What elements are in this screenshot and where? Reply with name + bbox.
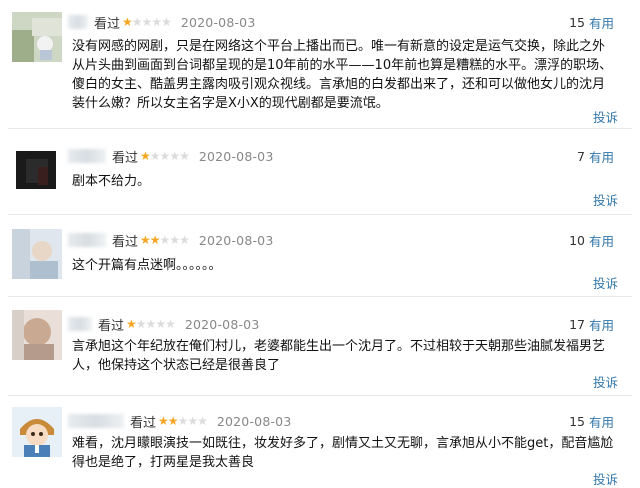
star-empty-icon: ★ <box>179 149 190 163</box>
star-filled-icon: ★ <box>158 414 169 428</box>
star-empty-icon: ★ <box>159 149 171 163</box>
review-meta: 看过 ★★★★★ 2020-08-03 <box>68 411 292 431</box>
helpful-count: 15 <box>569 14 585 30</box>
rating-stars: ★★★★★ <box>140 233 190 247</box>
divider <box>8 214 632 215</box>
review-date: 2020-08-03 <box>180 14 256 30</box>
review-date: 2020-08-03 <box>184 316 260 332</box>
review-date: 2020-08-03 <box>198 232 274 248</box>
report-link[interactable]: 投诉 <box>593 190 618 209</box>
helpful-vote: 17 有用 <box>569 314 614 334</box>
helpful-vote: 10 有用 <box>569 230 614 250</box>
rating-stars: ★★★★★ <box>122 15 172 29</box>
star-empty-icon: ★ <box>135 317 147 331</box>
star-empty-icon: ★ <box>141 15 153 29</box>
username[interactable] <box>68 233 106 247</box>
report-link[interactable]: 投诉 <box>593 107 618 126</box>
star-empty-icon: ★ <box>197 414 208 428</box>
star-filled-icon: ★ <box>167 414 179 428</box>
review-text: 剧本不给力。 <box>72 174 151 189</box>
review-date: 2020-08-03 <box>198 148 274 164</box>
helpful-button[interactable]: 有用 <box>589 231 614 250</box>
helpful-button[interactable]: 有用 <box>589 147 614 166</box>
star-empty-icon: ★ <box>145 317 157 331</box>
watch-status: 看过 <box>112 234 139 250</box>
username[interactable] <box>68 149 106 163</box>
helpful-vote: 15 有用 <box>569 12 614 32</box>
helpful-vote: 15 有用 <box>569 411 614 431</box>
star-empty-icon: ★ <box>155 317 166 331</box>
rating-stars: ★★★★★ <box>140 149 190 163</box>
avatar[interactable] <box>12 407 62 457</box>
helpful-button[interactable]: 有用 <box>589 13 614 32</box>
divider <box>8 395 632 396</box>
watch-status: 看过 <box>94 16 121 32</box>
helpful-vote: 7 有用 <box>577 146 614 166</box>
review-meta: 看过 ★★★★★ 2020-08-03 <box>68 12 256 32</box>
watch-status: 看过 <box>98 318 125 334</box>
helpful-count: 17 <box>569 316 585 332</box>
star-empty-icon: ★ <box>177 414 189 428</box>
divider <box>8 128 632 129</box>
avatar[interactable] <box>12 12 62 62</box>
star-empty-icon: ★ <box>161 15 172 29</box>
star-filled-icon: ★ <box>149 233 161 247</box>
star-empty-icon: ★ <box>149 149 161 163</box>
review-meta: 看过 ★★★★★ 2020-08-03 <box>68 314 260 334</box>
helpful-button[interactable]: 有用 <box>589 315 614 334</box>
report-link[interactable]: 投诉 <box>593 273 618 292</box>
avatar-image <box>12 407 62 457</box>
review-date: 2020-08-03 <box>216 413 292 429</box>
username[interactable] <box>68 317 92 331</box>
star-filled-icon: ★ <box>140 149 151 163</box>
star-empty-icon: ★ <box>169 149 180 163</box>
avatar[interactable] <box>12 229 62 279</box>
helpful-count: 7 <box>577 148 585 164</box>
star-empty-icon: ★ <box>187 414 198 428</box>
divider <box>8 296 632 297</box>
avatar[interactable] <box>12 145 62 195</box>
star-empty-icon: ★ <box>165 317 176 331</box>
star-filled-icon: ★ <box>126 317 137 331</box>
review-text: 没有网感的网剧，只是在网络这个平台上播出而已。唯一有新意的设定是运气交换，除此之… <box>72 39 613 111</box>
helpful-count: 10 <box>569 232 585 248</box>
star-empty-icon: ★ <box>131 15 143 29</box>
username[interactable] <box>68 15 88 29</box>
avatar[interactable] <box>12 310 62 360</box>
watch-status: 看过 <box>112 150 139 166</box>
watch-status: 看过 <box>130 415 157 431</box>
avatar-image <box>12 229 62 279</box>
username[interactable] <box>68 414 124 428</box>
review-text: 难看，沈月矇眼演技一如既往，妆发好多了，剧情又土又无聊，言承旭从小不能get，配… <box>72 436 614 470</box>
rating-stars: ★★★★★ <box>158 414 208 428</box>
report-link[interactable]: 投诉 <box>593 469 618 488</box>
avatar-image <box>12 145 62 195</box>
star-filled-icon: ★ <box>140 233 151 247</box>
review-meta: 看过 ★★★★★ 2020-08-03 <box>68 230 274 250</box>
avatar-image <box>12 310 62 360</box>
star-empty-icon: ★ <box>169 233 180 247</box>
avatar-image <box>12 12 62 62</box>
star-empty-icon: ★ <box>159 233 171 247</box>
helpful-button[interactable]: 有用 <box>589 412 614 431</box>
star-empty-icon: ★ <box>179 233 190 247</box>
review-meta: 看过 ★★★★★ 2020-08-03 <box>68 146 274 166</box>
review-text: 这个开篇有点迷啊。。。。。。 <box>72 258 222 273</box>
review-text: 言承旭这个年纪放在俺们村儿，老婆都能生出一个沈月了。不过相较于天朝那些油腻发福男… <box>72 339 606 373</box>
report-link[interactable]: 投诉 <box>593 372 618 391</box>
star-filled-icon: ★ <box>122 15 133 29</box>
helpful-count: 15 <box>569 413 585 429</box>
rating-stars: ★★★★★ <box>126 317 176 331</box>
star-empty-icon: ★ <box>151 15 162 29</box>
